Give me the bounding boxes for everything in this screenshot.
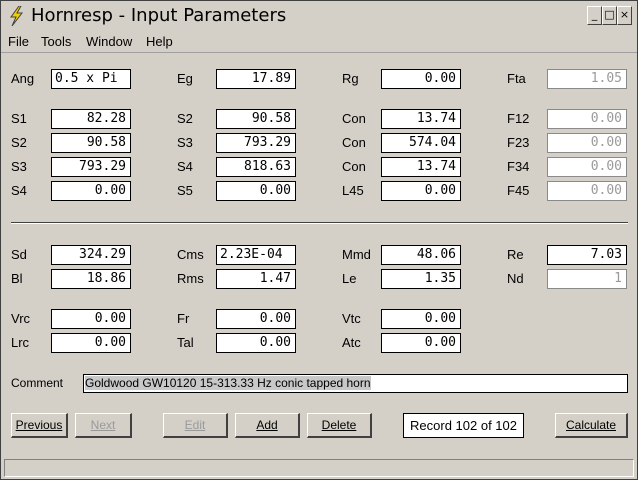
rg-label: Rg bbox=[342, 71, 359, 86]
menu-file[interactable]: File bbox=[8, 34, 29, 49]
sd-label: Sd bbox=[11, 247, 27, 262]
menu-tools[interactable]: Tools bbox=[41, 34, 71, 49]
le-field[interactable]: 1.35 bbox=[381, 269, 461, 289]
cms-label: Cms bbox=[177, 247, 204, 262]
comment-text: Goldwood GW10120 15-313.33 Hz conic tapp… bbox=[85, 376, 371, 390]
s2-label: S2 bbox=[177, 111, 193, 126]
f12-field: 0.00 bbox=[547, 109, 627, 129]
vtc-label: Vtc bbox=[342, 311, 361, 326]
s5-field[interactable]: 0.00 bbox=[216, 181, 296, 201]
s4b-field[interactable]: 0.00 bbox=[51, 181, 131, 201]
eg-field[interactable]: 17.89 bbox=[216, 69, 296, 89]
re-field[interactable]: 7.03 bbox=[547, 245, 627, 265]
rg-field[interactable]: 0.00 bbox=[381, 69, 461, 89]
vrc-field[interactable]: 0.00 bbox=[51, 309, 131, 329]
fr-label: Fr bbox=[177, 311, 190, 326]
f45-label: F45 bbox=[507, 183, 530, 198]
sd-field[interactable]: 324.29 bbox=[51, 245, 131, 265]
s1-field[interactable]: 82.28 bbox=[51, 109, 131, 129]
f12-label: F12 bbox=[507, 111, 530, 126]
con2-field[interactable]: 574.04 bbox=[381, 133, 461, 153]
status-bar bbox=[4, 459, 634, 477]
s3-label: S3 bbox=[177, 135, 193, 150]
s4-field[interactable]: 818.63 bbox=[216, 157, 296, 177]
nd-field: 1 bbox=[547, 269, 627, 289]
comment-label: Comment bbox=[11, 376, 64, 390]
menu-help[interactable]: Help bbox=[146, 34, 173, 49]
s2b-label: S2 bbox=[11, 135, 27, 150]
s2-field[interactable]: 90.58 bbox=[216, 109, 296, 129]
f34-field: 0.00 bbox=[547, 157, 627, 177]
bl-label: Bl bbox=[11, 271, 23, 286]
record-indicator: Record 102 of 102 bbox=[403, 413, 524, 438]
menu-window[interactable]: Window bbox=[86, 34, 132, 49]
fta-label: Fta bbox=[507, 71, 526, 86]
menu-bar: File Tools Window Help bbox=[1, 32, 637, 53]
ang-field[interactable]: 0.5 x Pi bbox=[51, 69, 131, 89]
maximize-button[interactable]: □ bbox=[602, 6, 617, 25]
con3-label: Con bbox=[342, 159, 366, 174]
s2b-field[interactable]: 90.58 bbox=[51, 133, 131, 153]
title-bar[interactable]: Hornresp - Input Parameters _ □ × bbox=[1, 1, 637, 31]
rms-field[interactable]: 1.47 bbox=[216, 269, 296, 289]
con3-field[interactable]: 13.74 bbox=[381, 157, 461, 177]
f23-field: 0.00 bbox=[547, 133, 627, 153]
f45-field: 0.00 bbox=[547, 181, 627, 201]
atc-field[interactable]: 0.00 bbox=[381, 333, 461, 353]
lightning-bolt-icon bbox=[10, 6, 24, 26]
section-divider bbox=[11, 222, 628, 224]
previous-button[interactable]: Previous bbox=[11, 413, 68, 438]
cms-field[interactable]: 2.23E-04 bbox=[216, 245, 296, 265]
calculate-button[interactable]: Calculate bbox=[555, 413, 628, 438]
lrc-label: Lrc bbox=[11, 335, 30, 350]
lrc-field[interactable]: 0.00 bbox=[51, 333, 131, 353]
s1-label: S1 bbox=[11, 111, 27, 126]
tal-label: Tal bbox=[177, 335, 194, 350]
tal-field[interactable]: 0.00 bbox=[216, 333, 296, 353]
con2-label: Con bbox=[342, 135, 366, 150]
vtc-field[interactable]: 0.00 bbox=[381, 309, 461, 329]
add-button[interactable]: Add bbox=[235, 413, 300, 438]
le-label: Le bbox=[342, 271, 357, 286]
s4-label: S4 bbox=[177, 159, 193, 174]
con1-label: Con bbox=[342, 111, 366, 126]
fr-field[interactable]: 0.00 bbox=[216, 309, 296, 329]
eg-label: Eg bbox=[177, 71, 193, 86]
l45-field[interactable]: 0.00 bbox=[381, 181, 461, 201]
fta-field: 1.05 bbox=[547, 69, 627, 89]
mmd-label: Mmd bbox=[342, 247, 371, 262]
l45-label: L45 bbox=[342, 183, 364, 198]
delete-button[interactable]: Delete bbox=[307, 413, 372, 438]
f23-label: F23 bbox=[507, 135, 530, 150]
bl-field[interactable]: 18.86 bbox=[51, 269, 131, 289]
minimize-button[interactable]: _ bbox=[587, 6, 602, 25]
comment-input[interactable]: Goldwood GW10120 15-313.33 Hz conic tapp… bbox=[83, 374, 628, 393]
f34-label: F34 bbox=[507, 159, 530, 174]
atc-label: Atc bbox=[342, 335, 361, 350]
re-label: Re bbox=[507, 247, 524, 262]
vrc-label: Vrc bbox=[11, 311, 31, 326]
ang-label: Ang bbox=[11, 71, 35, 86]
nd-label: Nd bbox=[507, 271, 524, 286]
close-button[interactable]: × bbox=[617, 6, 632, 25]
next-button: Next bbox=[75, 413, 132, 438]
con1-field[interactable]: 13.74 bbox=[381, 109, 461, 129]
hornresp-window: Hornresp - Input Parameters _ □ × File T… bbox=[0, 0, 638, 480]
s5-label: S5 bbox=[177, 183, 193, 198]
s4b-label: S4 bbox=[11, 183, 27, 198]
edit-button: Edit bbox=[163, 413, 228, 438]
s3b-label: S3 bbox=[11, 159, 27, 174]
window-title: Hornresp - Input Parameters bbox=[31, 5, 287, 26]
rms-label: Rms bbox=[177, 271, 204, 286]
s3-field[interactable]: 793.29 bbox=[216, 133, 296, 153]
s3b-field[interactable]: 793.29 bbox=[51, 157, 131, 177]
mmd-field[interactable]: 48.06 bbox=[381, 245, 461, 265]
